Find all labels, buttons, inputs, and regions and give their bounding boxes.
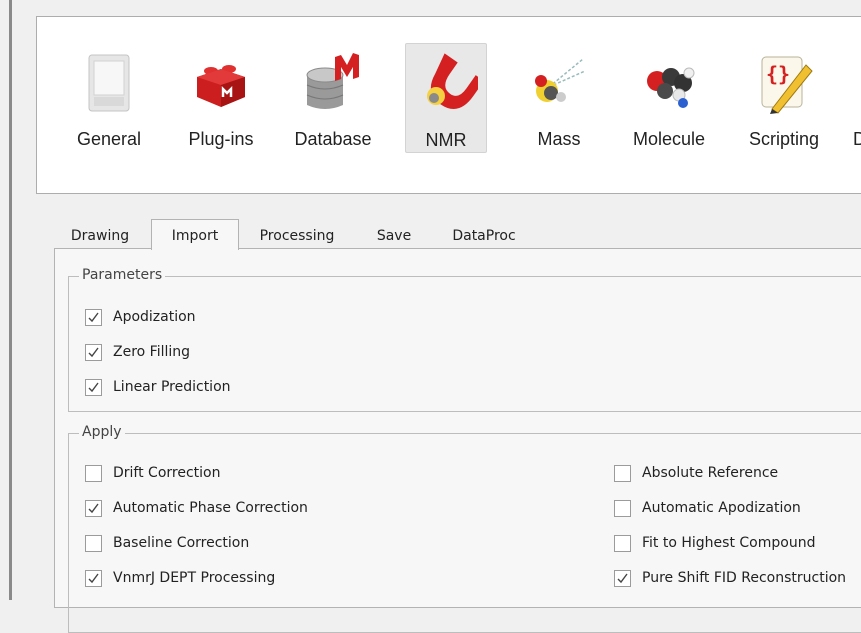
checkbox-box[interactable] [85, 308, 102, 326]
checkbox-automatic-phase-correction[interactable]: Automatic Phase Correction [85, 498, 308, 518]
group-title: Parameters [79, 267, 166, 283]
import-panel: Parameters Apodization Zero Filling Line… [54, 248, 861, 633]
tab-drawing[interactable]: Drawing [58, 223, 142, 249]
checkbox-linear-prediction[interactable]: Linear Prediction [85, 377, 231, 397]
checkbox-absolute-reference[interactable]: Absolute Reference [614, 463, 778, 483]
checkbox-label: Drift Correction [113, 465, 221, 481]
toolbar-label: D [853, 129, 861, 149]
toolbar-label: General [76, 129, 142, 149]
tab-import[interactable]: Import [151, 219, 239, 250]
checkbox-label: Zero Filling [113, 344, 191, 360]
checkbox-label: Apodization [113, 309, 196, 325]
checkbox-label: Linear Prediction [113, 379, 231, 395]
preferences-toolbar: General Plug-ins Database NMR Mass Molec… [36, 16, 861, 194]
scripting-icon: {} [752, 51, 816, 115]
mass-icon [527, 51, 591, 115]
toolbar-item-mass[interactable]: Mass [515, 43, 603, 153]
checkbox-box[interactable] [85, 499, 102, 517]
tab-dataproc[interactable]: DataProc [440, 223, 528, 249]
toolbar-item-molecule[interactable]: Molecule [623, 43, 715, 153]
checkbox-box[interactable] [85, 534, 102, 552]
checkbox-label: Automatic Phase Correction [113, 500, 308, 516]
tab-processing[interactable]: Processing [249, 223, 345, 249]
checkbox-label: Baseline Correction [113, 535, 250, 551]
plugins-icon [189, 51, 253, 115]
toolbar-label: Database [294, 129, 372, 149]
database-icon [301, 51, 365, 115]
checkbox-box[interactable] [614, 534, 631, 552]
nmr-magnet-icon [414, 52, 484, 116]
checkbox-drift-correction[interactable]: Drift Correction [85, 463, 220, 483]
checkbox-box[interactable] [614, 499, 631, 517]
apply-group: Apply Drift Correction Automatic Phase C… [68, 424, 861, 633]
checkbox-label: Fit to Highest Compound [642, 535, 816, 551]
checkbox-box[interactable] [85, 569, 102, 587]
checkbox-box[interactable] [85, 464, 102, 482]
checkbox-baseline-correction[interactable]: Baseline Correction [85, 533, 249, 553]
checkbox-label: Absolute Reference [642, 465, 779, 481]
checkbox-zero-filling[interactable]: Zero Filling [85, 342, 190, 362]
checkbox-apodization[interactable]: Apodization [85, 307, 196, 327]
toolbar-label: Plug-ins [188, 129, 254, 149]
toolbar-item-nmr[interactable]: NMR [405, 43, 487, 153]
parameters-group: Parameters Apodization Zero Filling Line… [68, 267, 861, 412]
checkbox-vnmrj-dept-processing[interactable]: VnmrJ DEPT Processing [85, 568, 275, 588]
splitter-bar[interactable] [9, 0, 12, 600]
window-edge [0, 0, 14, 600]
toolbar-item-plugins[interactable]: Plug-ins [177, 43, 265, 153]
checkbox-automatic-apodization[interactable]: Automatic Apodization [614, 498, 801, 518]
toolbar-label: NMR [425, 130, 467, 150]
checkbox-box[interactable] [85, 343, 102, 361]
checkbox-label: Pure Shift FID Reconstruction [642, 570, 847, 586]
toolbar-item-partial[interactable]: D [847, 43, 861, 153]
toolbar-item-scripting[interactable]: {} Scripting [737, 43, 831, 153]
checkbox-box[interactable] [85, 378, 102, 396]
tab-save[interactable]: Save [364, 223, 424, 249]
toolbar-item-general[interactable]: General [65, 43, 153, 153]
toolbar-label: Mass [537, 129, 581, 149]
group-title: Apply [79, 424, 125, 440]
toolbar-item-database[interactable]: Database [285, 43, 381, 153]
svg-text:{}: {} [766, 62, 790, 86]
checkbox-label: Automatic Apodization [642, 500, 801, 516]
checkbox-fit-to-highest-compound[interactable]: Fit to Highest Compound [614, 533, 815, 553]
checkbox-pure-shift-fid-reconstruction[interactable]: Pure Shift FID Reconstruction [614, 568, 846, 588]
general-icon [77, 51, 141, 115]
toolbar-label: Scripting [748, 129, 820, 149]
checkbox-box[interactable] [614, 464, 631, 482]
toolbar-label: Molecule [632, 129, 706, 149]
molecule-icon [637, 51, 701, 115]
checkbox-label: VnmrJ DEPT Processing [113, 570, 276, 586]
checkbox-box[interactable] [614, 569, 631, 587]
